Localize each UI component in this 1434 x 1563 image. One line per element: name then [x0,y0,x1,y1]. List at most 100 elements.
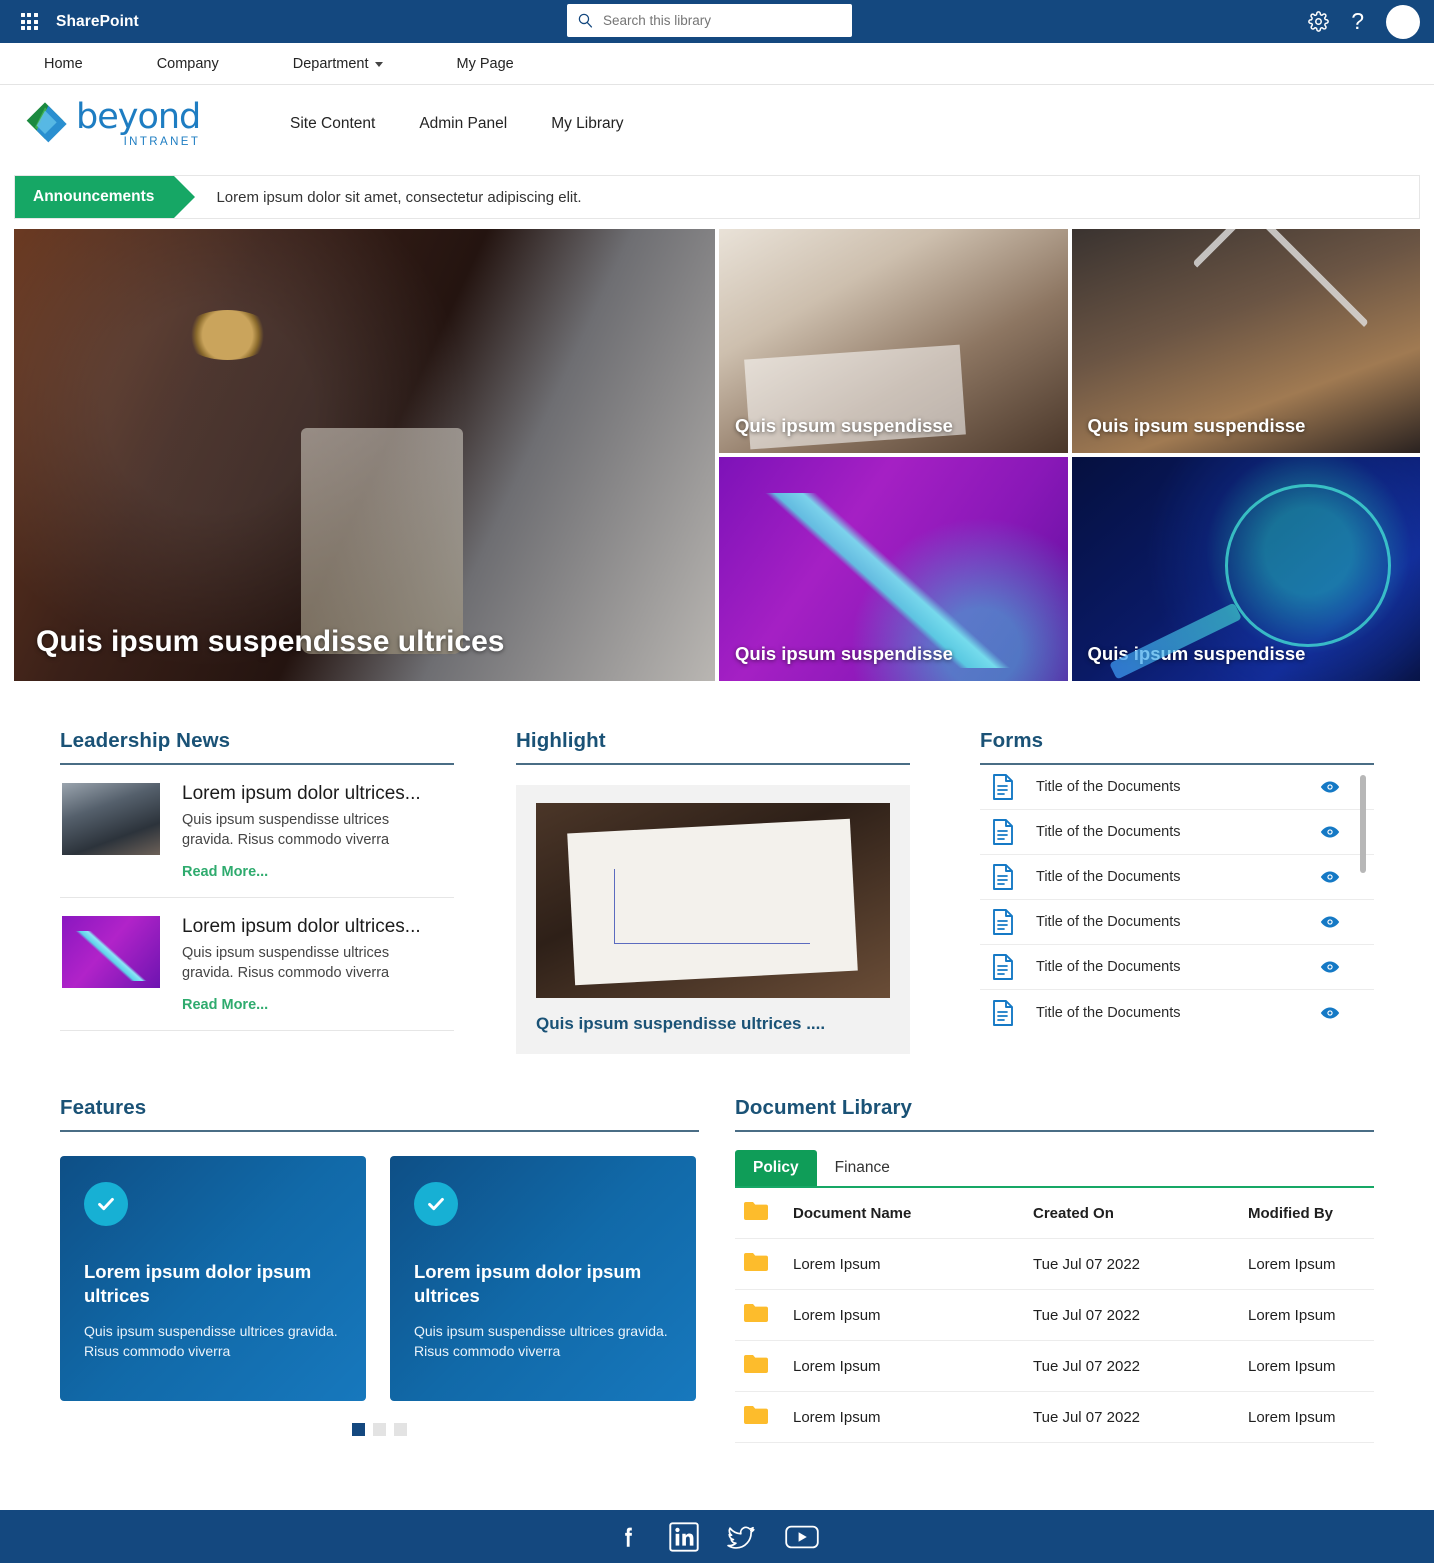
tab-finance[interactable]: Finance [817,1150,908,1186]
feature-card[interactable]: Lorem ipsum dolor ipsum ultrices Quis ip… [60,1156,366,1401]
features-widget: Features Lorem ipsum dolor ipsum ultrice… [60,1096,699,1443]
eye-icon[interactable] [1320,960,1340,974]
eye-icon[interactable] [1320,1006,1340,1020]
form-list-item[interactable]: Title of the Documents [980,810,1374,855]
hero-tile-1-caption: Quis ipsum suspendisse [735,415,953,436]
news-item[interactable]: Lorem ipsum dolor ultrices... Quis ipsum… [60,765,454,899]
search-input[interactable] [603,13,842,28]
nav-item-company[interactable]: Company [139,56,237,72]
announcements-text[interactable]: Lorem ipsum dolor sit amet, consectetur … [174,176,581,218]
form-list-item[interactable]: Title of the Documents [980,855,1374,900]
highlight-caption[interactable]: Quis ipsum suspendisse ultrices .... [536,1014,890,1034]
read-more-link[interactable]: Read More... [182,997,268,1013]
announcements-label: Announcements [15,176,196,218]
eye-icon[interactable] [1320,870,1340,884]
folder-icon [744,1304,768,1322]
forms-scrollbar-thumb[interactable] [1360,775,1366,873]
cell-document-name[interactable]: Lorem Ipsum [793,1289,1033,1341]
hero-tile-3-caption: Quis ipsum suspendisse [735,643,953,664]
feature-card-body: Quis ipsum suspendisse ultrices gravida.… [414,1323,668,1359]
linkedin-icon[interactable] [669,1521,699,1552]
brand-nav-my-library[interactable]: My Library [529,115,645,133]
form-item-name: Title of the Documents [1036,914,1181,930]
cell-document-name[interactable]: Lorem Ipsum [793,1391,1033,1443]
news-heading: Lorem ipsum dolor ultrices... [182,783,421,804]
hero-main-tile[interactable]: Quis ipsum suspendisse ultrices [14,229,715,681]
carousel-dot-3[interactable] [394,1423,407,1436]
cell-modified-by: Lorem Ipsum [1248,1238,1374,1290]
cell-created-on[interactable]: Tue Jul 07 2022 [1033,1238,1248,1290]
header-modified-by[interactable]: Modified By [1248,1188,1374,1239]
site-footer [0,1510,1434,1563]
cell-document-name[interactable]: Lorem Ipsum [793,1340,1033,1392]
hero-tile-2[interactable]: Quis ipsum suspendisse [1071,229,1420,453]
carousel-dot-2[interactable] [373,1423,386,1436]
question-mark-icon[interactable]: ? [1351,10,1364,33]
app-launcher-waffle-icon[interactable] [12,13,46,30]
feature-card[interactable]: Lorem ipsum dolor ipsum ultrices Quis ip… [390,1156,696,1401]
document-icon [993,954,1013,980]
folder-icon [744,1202,768,1220]
table-row[interactable]: Lorem Ipsum Tue Jul 07 2022 Lorem Ipsum [735,1238,1374,1290]
news-thumbnail [62,916,160,989]
eye-icon[interactable] [1320,915,1340,929]
brand-nav-site-content[interactable]: Site Content [268,115,397,133]
nav-item-my-page[interactable]: My Page [439,56,532,72]
user-avatar[interactable] [1386,4,1420,39]
table-row[interactable]: Lorem Ipsum Tue Jul 07 2022 Lorem Ipsum [735,1289,1374,1341]
document-icon [993,864,1013,890]
leadership-news-title: Leadership News [60,729,231,752]
table-row[interactable]: Lorem Ipsum Tue Jul 07 2022 Lorem Ipsum [735,1391,1374,1443]
row-folder-icon-cell [735,1238,793,1290]
cell-document-name[interactable]: Lorem Ipsum [793,1238,1033,1290]
brand-nav-admin-panel[interactable]: Admin Panel [397,115,529,133]
cell-created-on[interactable]: Tue Jul 07 2022 [1033,1391,1248,1443]
twitter-icon[interactable] [727,1522,757,1552]
form-list-item[interactable]: Title of the Documents [980,900,1374,945]
cell-modified-by: Lorem Ipsum [1248,1340,1374,1392]
suite-title[interactable]: SharePoint [56,13,139,31]
document-icon [993,819,1013,845]
form-list-item[interactable]: Title of the Documents [980,990,1374,1035]
youtube-icon[interactable] [785,1524,819,1550]
suite-bar: SharePoint ? [0,0,1434,43]
highlight-image [536,803,890,998]
forms-widget: Forms Title of the Documents Title of th… [980,729,1374,1054]
document-library-table: Document Name Created On Modified By Lor… [735,1188,1374,1443]
hero-main-caption: Quis ipsum suspendisse ultrices [36,625,505,658]
header-document-name[interactable]: Document Name [793,1188,1033,1239]
header-created-on[interactable]: Created On [1033,1188,1248,1239]
tab-policy[interactable]: Policy [735,1150,817,1186]
cell-created-on[interactable]: Tue Jul 07 2022 [1033,1340,1248,1392]
table-row[interactable]: Lorem Ipsum Tue Jul 07 2022 Lorem Ipsum [735,1340,1374,1392]
logo-word: beyond [76,96,201,137]
section-divider [735,1130,1374,1132]
search-icon [578,13,593,28]
read-more-link[interactable]: Read More... [182,864,268,880]
nav-item-department[interactable]: Department [275,56,401,72]
form-list-item[interactable]: Title of the Documents [980,945,1374,990]
cell-modified-by: Lorem Ipsum [1248,1391,1374,1443]
highlight-card[interactable]: Quis ipsum suspendisse ultrices .... [516,785,910,1054]
hero-tile-4[interactable]: Quis ipsum suspendisse [1071,457,1420,681]
carousel-dot-1[interactable] [352,1423,365,1436]
search-box[interactable] [567,4,852,37]
hero-tile-1[interactable]: Quis ipsum suspendisse [719,229,1068,453]
news-heading: Lorem ipsum dolor ultrices... [182,916,421,938]
gear-icon[interactable] [1308,11,1329,32]
facebook-icon[interactable] [615,1524,641,1550]
nav-item-home[interactable]: Home [22,56,101,72]
highlight-widget: Highlight Quis ipsum suspendisse ultrice… [516,729,910,1054]
eye-icon[interactable] [1320,825,1340,839]
brand-bar: beyond INTRANET Site Content Admin Panel… [0,85,1434,163]
eye-icon[interactable] [1320,780,1340,794]
hero-tile-3[interactable]: Quis ipsum suspendisse [719,457,1068,681]
form-list-item[interactable]: Title of the Documents [980,765,1374,810]
form-item-name: Title of the Documents [1036,779,1181,795]
carousel-dots [60,1423,699,1436]
site-logo[interactable]: beyond INTRANET [20,99,238,149]
news-item[interactable]: Lorem ipsum dolor ultrices... Quis ipsum… [60,898,454,1032]
top-navigation: Home Company Department My Page [0,43,1434,85]
feature-card-heading: Lorem ipsum dolor ipsum ultrices [84,1261,312,1307]
cell-created-on[interactable]: Tue Jul 07 2022 [1033,1289,1248,1341]
